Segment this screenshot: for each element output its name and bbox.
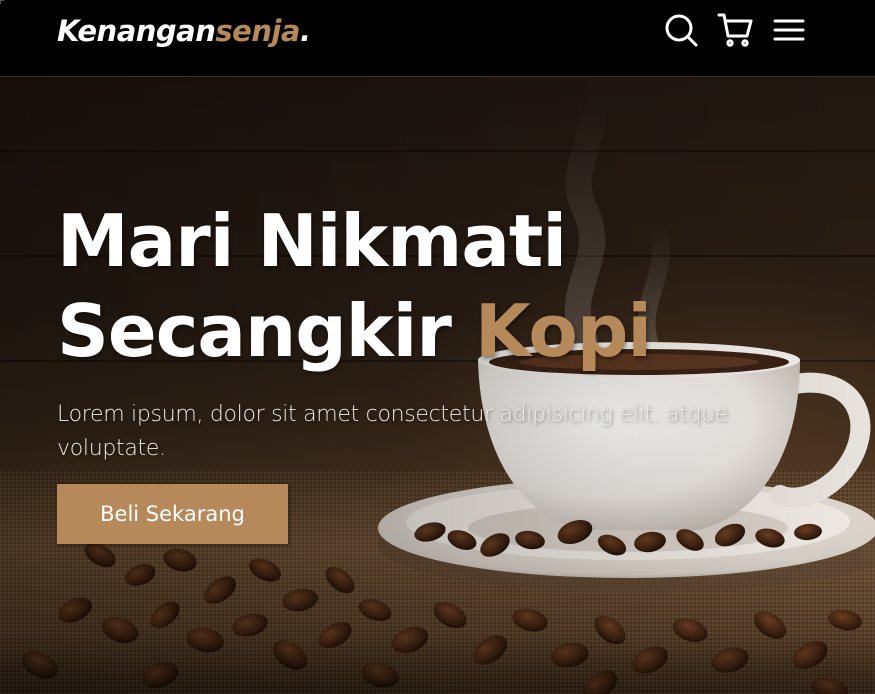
hero-title-line-2: Secangkir Kopi bbox=[57, 286, 817, 376]
hero-content: Mari Nikmati Secangkir Kopi Lorem ipsum,… bbox=[57, 196, 817, 544]
hero-description: Lorem ipsum, dolor sit amet consectetur … bbox=[57, 402, 728, 461]
brand-logo[interactable]: Kenangansenja. bbox=[57, 14, 311, 48]
search-icon[interactable] bbox=[663, 12, 699, 48]
hero-title-line-1: Mari Nikmati bbox=[57, 199, 567, 283]
hero-title: Mari Nikmati Secangkir Kopi bbox=[57, 196, 817, 376]
navbar: Kenangansenja. bbox=[0, 0, 875, 77]
brand-dot: . bbox=[299, 14, 311, 48]
navbar-icons bbox=[663, 12, 807, 48]
brand-main-text: Kenangan bbox=[57, 14, 216, 48]
shopping-cart-icon[interactable] bbox=[717, 12, 753, 48]
hero-bottom-fade bbox=[0, 634, 875, 694]
brand-accent-text: senja bbox=[215, 14, 300, 48]
hero-title-accent: Kopi bbox=[474, 289, 652, 373]
hero-title-line-2-main: Secangkir bbox=[57, 289, 475, 373]
corner-mark bbox=[0, 0, 4, 4]
menu-icon[interactable] bbox=[771, 12, 807, 48]
buy-now-button[interactable]: Beli Sekarang bbox=[57, 484, 288, 544]
